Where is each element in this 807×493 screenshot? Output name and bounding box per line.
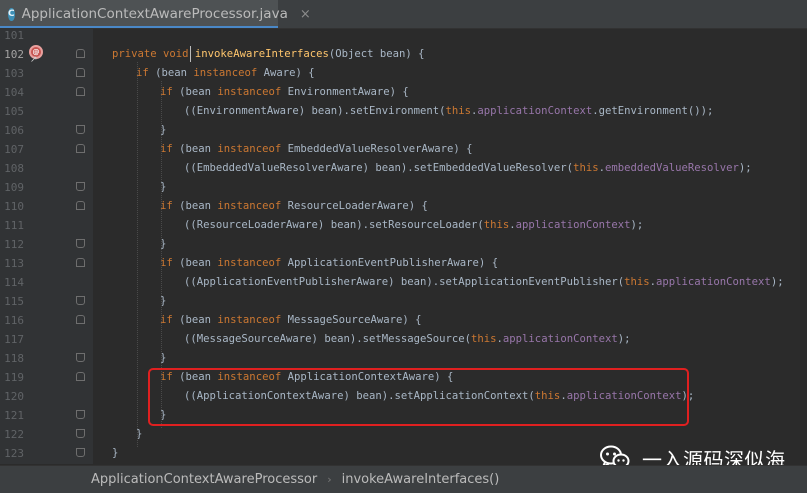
line-number[interactable]: 104 (0, 83, 24, 102)
line-number[interactable]: 105 (0, 102, 24, 121)
code-text: } (112, 447, 119, 459)
code-line[interactable]: 109} (0, 178, 807, 197)
fold-collapse-icon[interactable] (76, 353, 85, 362)
code-line[interactable]: 113 if (bean instanceof ApplicationEventP… (0, 254, 807, 273)
code-text: if (bean instanceof ApplicationEventPubl… (160, 257, 499, 269)
line-number[interactable]: 120 (0, 387, 24, 406)
code-line[interactable]: 110 if (bean instanceof ResourceLoaderAwa… (0, 197, 807, 216)
code-line[interactable]: 103 if (bean instanceof Aware) { (0, 64, 807, 83)
line-number[interactable]: 112 (0, 235, 24, 254)
line-number[interactable]: 123 (0, 444, 24, 463)
code-line[interactable]: 107 if (bean instanceof EmbeddedValueReso… (0, 140, 807, 159)
close-icon[interactable]: × (300, 7, 311, 22)
fold-expand-icon[interactable] (76, 315, 85, 324)
code-text: if (bean instanceof EmbeddedValueResolve… (160, 143, 473, 155)
file-tab-label: ApplicationContextAwareProcessor.java (21, 6, 288, 22)
line-number[interactable]: 115 (0, 292, 24, 311)
line-number[interactable]: 109 (0, 178, 24, 197)
code-line[interactable]: 108 ((EmbeddedValueResolverAware) bean).s… (0, 159, 807, 178)
breadcrumb-separator: › (327, 473, 332, 486)
line-number[interactable]: 108 (0, 159, 24, 178)
code-text: if (bean instanceof Aware) { (136, 67, 315, 79)
line-number[interactable]: 118 (0, 349, 24, 368)
fold-expand-icon[interactable] (76, 87, 85, 96)
fold-expand-icon[interactable] (76, 144, 85, 153)
line-number[interactable]: 121 (0, 406, 24, 425)
text-caret (190, 46, 191, 62)
code-text: if (bean instanceof EnvironmentAware) { (160, 86, 409, 98)
line-number[interactable]: 113 (0, 254, 24, 273)
fold-expand-icon[interactable] (76, 68, 85, 77)
code-line[interactable]: 102 private void invokeAwareInterfaces(Ob… (0, 45, 807, 64)
code-text: ((MessageSourceAware) bean).setMessageSo… (184, 333, 631, 345)
code-line[interactable]: 105 ((EnvironmentAware) bean).setEnvironm… (0, 102, 807, 121)
breadcrumb-class[interactable]: ApplicationContextAwareProcessor (91, 472, 317, 487)
line-number[interactable]: 107 (0, 140, 24, 159)
fold-collapse-icon[interactable] (76, 429, 85, 438)
code-text: if (bean instanceof MessageSourceAware) … (160, 314, 422, 326)
line-number[interactable]: 117 (0, 330, 24, 349)
line-number[interactable]: 101 (0, 26, 24, 45)
code-line[interactable]: 118} (0, 349, 807, 368)
code-text: private void invokeAwareInterfaces(Objec… (112, 48, 425, 60)
fold-collapse-icon[interactable] (76, 448, 85, 457)
line-number[interactable]: 110 (0, 197, 24, 216)
code-text: ((EnvironmentAware) bean).setEnvironment… (184, 105, 714, 117)
line-number[interactable]: 116 (0, 311, 24, 330)
code-text: if (bean instanceof ResourceLoaderAware)… (160, 200, 428, 212)
code-text: ((ResourceLoaderAware) bean).setResource… (184, 219, 644, 231)
line-number[interactable]: 122 (0, 425, 24, 444)
line-number[interactable]: 103 (0, 64, 24, 83)
fold-collapse-icon[interactable] (76, 410, 85, 419)
code-line[interactable]: 116 if (bean instanceof MessageSourceAwar… (0, 311, 807, 330)
code-line[interactable]: 111 ((ResourceLoaderAware) bean).setResou… (0, 216, 807, 235)
fold-collapse-icon[interactable] (76, 239, 85, 248)
code-line[interactable]: 117 ((MessageSourceAware) bean).setMessag… (0, 330, 807, 349)
line-number[interactable]: 111 (0, 216, 24, 235)
line-number[interactable]: 102 (0, 45, 24, 64)
implementation-arrow-icon: ↗ (30, 55, 38, 65)
fold-expand-icon[interactable] (76, 49, 85, 58)
code-line[interactable]: 101 (0, 26, 807, 45)
breadcrumb-method[interactable]: invokeAwareInterfaces() (342, 472, 500, 487)
fold-expand-icon[interactable] (76, 372, 85, 381)
editor-tab-bar: C ApplicationContextAwareProcessor.java … (0, 0, 807, 29)
highlight-annotation-box (148, 368, 689, 426)
class-c-icon: C (8, 7, 15, 21)
code-line[interactable]: 115} (0, 292, 807, 311)
code-text: ((ApplicationEventPublisherAware) bean).… (184, 276, 784, 288)
file-tab[interactable]: C ApplicationContextAwareProcessor.java … (0, 0, 311, 28)
code-text: ((EmbeddedValueResolverAware) bean).setE… (184, 162, 752, 174)
fold-collapse-icon[interactable] (76, 182, 85, 191)
fold-collapse-icon[interactable] (76, 296, 85, 305)
code-line[interactable]: 104 if (bean instanceof EnvironmentAware)… (0, 83, 807, 102)
fold-collapse-icon[interactable] (76, 125, 85, 134)
fold-expand-icon[interactable] (76, 201, 85, 210)
line-number[interactable]: 106 (0, 121, 24, 140)
indent-guide (137, 62, 138, 447)
fold-expand-icon[interactable] (76, 258, 85, 267)
code-line[interactable]: 114 ((ApplicationEventPublisherAware) bea… (0, 273, 807, 292)
code-line[interactable]: 106} (0, 121, 807, 140)
line-number[interactable]: 119 (0, 368, 24, 387)
breadcrumb: ApplicationContextAwareProcessor › invok… (0, 465, 807, 493)
code-line[interactable]: 112} (0, 235, 807, 254)
line-number[interactable]: 114 (0, 273, 24, 292)
